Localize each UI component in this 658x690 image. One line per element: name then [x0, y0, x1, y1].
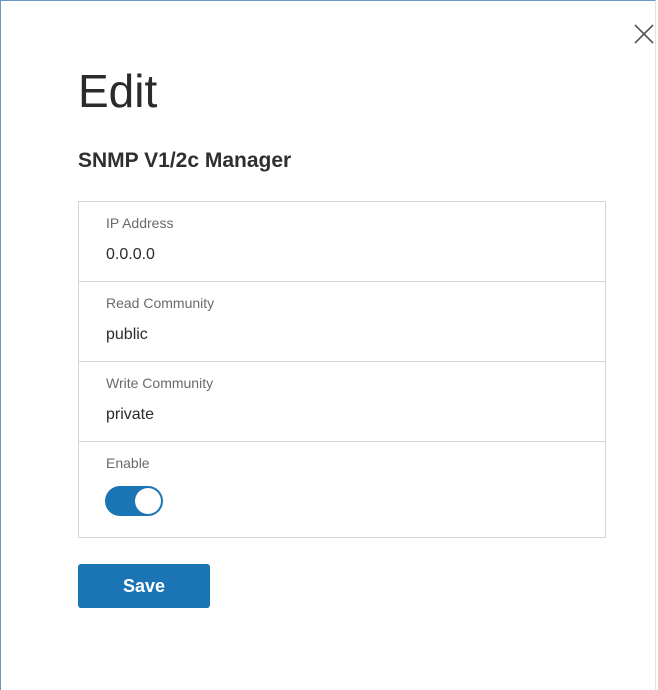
section-subtitle: SNMP V1/2c Manager [78, 149, 292, 172]
write-community-field[interactable]: Write Community [79, 362, 605, 442]
ip-address-field[interactable]: IP Address [79, 202, 605, 282]
save-button[interactable]: Save [78, 564, 210, 608]
edit-dialog: Edit SNMP V1/2c Manager IP Address Read … [0, 0, 656, 690]
page-title: Edit [78, 65, 158, 117]
read-community-input[interactable] [106, 325, 576, 345]
read-community-label: Read Community [106, 295, 215, 311]
write-community-input[interactable] [106, 405, 576, 425]
read-community-field[interactable]: Read Community [79, 282, 605, 362]
enable-label: Enable [106, 455, 150, 471]
ip-address-input[interactable] [106, 245, 576, 265]
close-button[interactable] [631, 21, 657, 47]
write-community-label: Write Community [106, 375, 214, 391]
enable-toggle[interactable] [105, 486, 163, 516]
enable-field: Enable [79, 442, 605, 537]
close-icon [634, 24, 654, 44]
snmp-manager-form: IP Address Read Community Write Communit… [78, 201, 606, 538]
ip-address-label: IP Address [106, 215, 174, 231]
toggle-knob [135, 488, 161, 514]
